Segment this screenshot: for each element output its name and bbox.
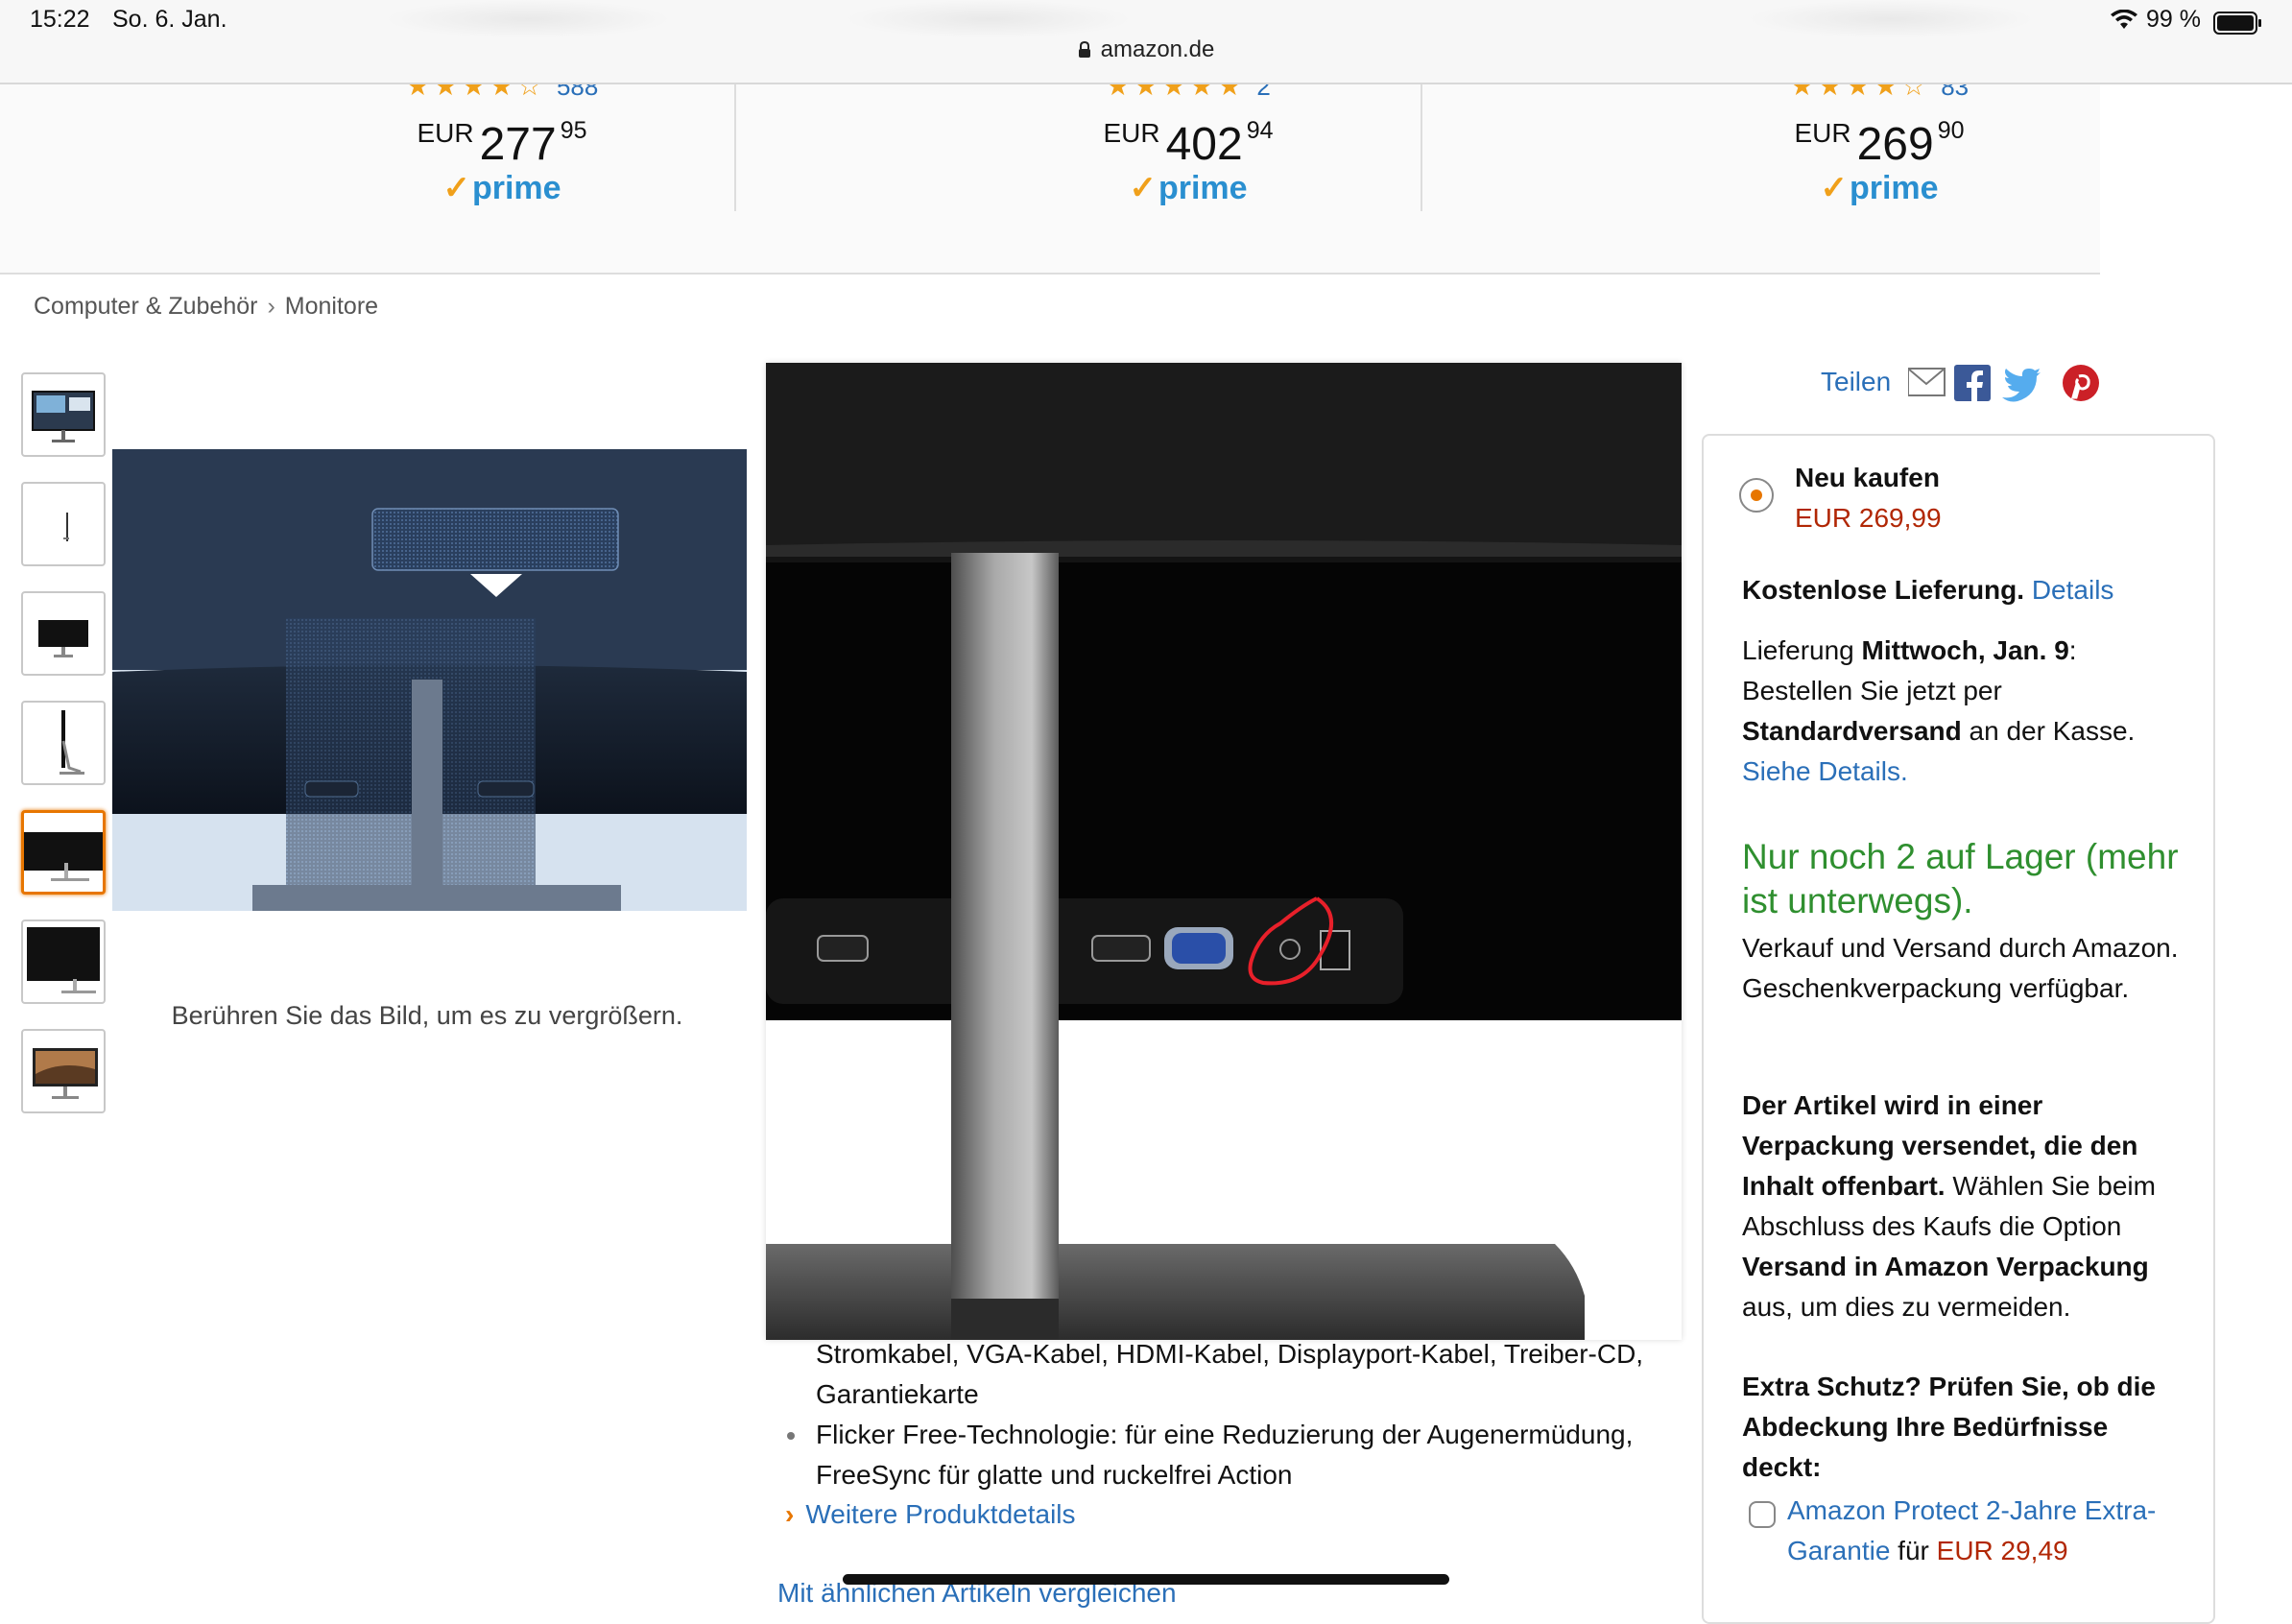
protect-checkbox[interactable] (1749, 1501, 1776, 1528)
facebook-icon[interactable] (1954, 365, 1991, 401)
background-blur (845, 0, 1133, 38)
status-time: 15:22 (30, 6, 90, 33)
home-indicator[interactable] (843, 1574, 1449, 1585)
protect-question: Extra Schutz? Prüfen Sie, ob die Abdecku… (1742, 1372, 2156, 1482)
breadcrumb-monitors[interactable]: Monitore (285, 293, 378, 320)
thumbnail-lifestyle[interactable] (21, 1029, 106, 1113)
thumbnail-side-thin[interactable] (21, 482, 106, 566)
carousel-item[interactable]: ★★★★★ 2 EUR 402 94 ✓prime (967, 84, 1409, 207)
prime-badge: ✓prime (442, 170, 561, 206)
free-delivery-details-link[interactable]: Details (2032, 575, 2114, 605)
breadcrumb-separator: › (267, 293, 275, 320)
lock-icon (1078, 38, 1091, 65)
product-main-image[interactable] (112, 449, 747, 911)
stock-status: Nur noch 2 auf Lager (mehr ist unterwegs… (1742, 837, 2179, 920)
free-delivery: Kostenlose Lieferung. Details (1742, 575, 2114, 605)
pinterest-icon[interactable] (2063, 365, 2099, 401)
thumbnail-angle[interactable] (21, 919, 106, 1004)
carousel-item[interactable]: ★★★★☆ 83 EUR 269 90 ✓prime (1659, 84, 2100, 207)
thumbnail-ports[interactable] (21, 810, 106, 895)
thumbnail-rear[interactable] (21, 591, 106, 676)
bullet-flicker-free: Flicker Free-Technologie: für eine Reduz… (787, 1415, 1651, 1495)
sold-by: Verkauf und Versand durch Amazon. Gesche… (1742, 933, 2179, 1003)
carousel-price: EUR 277 95 (417, 117, 587, 170)
prime-badge: ✓prime (1820, 170, 1939, 206)
buy-new-radio[interactable] (1739, 478, 1774, 513)
carousel-divider (1421, 84, 1422, 211)
battery-percentage: 99 % (2146, 6, 2201, 33)
carousel-price: EUR 402 94 (1103, 117, 1274, 170)
similar-products-carousel: ★★★★☆ 588 EUR 277 95 ✓prime ★★★★★ 2 EUR 402… (0, 84, 2100, 275)
delivery-details-link[interactable]: Siehe Details. (1742, 756, 1908, 786)
status-date: So. 6. Jan. (112, 6, 227, 33)
prime-badge: ✓prime (1129, 170, 1248, 206)
battery-icon (2213, 12, 2263, 39)
share-icons (1907, 363, 2100, 410)
thumbnail-front-screen[interactable] (21, 372, 106, 457)
address-bar[interactable]: amazon.de (0, 36, 2292, 65)
wifi-icon (2110, 9, 2138, 36)
breadcrumb-computer[interactable]: Computer & Zubehör (34, 293, 257, 320)
share-label[interactable]: Teilen (1821, 367, 1891, 397)
tap-to-zoom-hint: Berühren Sie das Bild, um es zu vergröße… (171, 1001, 683, 1030)
thumbnail-side-profile[interactable] (21, 701, 106, 785)
mail-icon[interactable] (1907, 368, 1946, 396)
twitter-icon[interactable] (2002, 369, 2041, 402)
rating-stars: ★★★★☆ 588 (405, 84, 599, 100)
rating-stars: ★★★★★ 2 (1106, 84, 1271, 100)
carousel-price: EUR 269 90 (1794, 117, 1965, 170)
delivery-info: Lieferung Mittwoch, Jan. 9: Bestellen Si… (1742, 635, 2136, 786)
buy-new-price: EUR 269,99 (1795, 503, 1942, 533)
protect-offer: Amazon Protect 2-Jahre Extra-Garantie fü… (1787, 1495, 2157, 1565)
bullet-continuation: Stromkabel, VGA-Kabel, HDMI-Kabel, Displ… (816, 1339, 1644, 1409)
more-product-details-link[interactable]: › Weitere Produktdetails (785, 1499, 1076, 1530)
url-text: amazon.de (1100, 36, 1215, 62)
carousel-item[interactable]: ★★★★☆ 588 EUR 277 95 ✓prime (281, 84, 723, 207)
background-blur (384, 0, 672, 38)
breadcrumb: Computer & Zubehör › Monitore (34, 293, 378, 321)
rating-stars: ★★★★☆ 83 (1789, 84, 1970, 100)
zoomed-product-image[interactable] (766, 363, 1682, 1340)
buy-new-label: Neu kaufen (1795, 463, 1940, 492)
product-bullets: Stromkabel, VGA-Kabel, HDMI-Kabel, Displ… (787, 1334, 1651, 1495)
carousel-divider (734, 84, 736, 211)
packaging-notice: Der Artikel wird in einer Verpackung ver… (1742, 1090, 2156, 1322)
background-blur (1747, 0, 2035, 38)
